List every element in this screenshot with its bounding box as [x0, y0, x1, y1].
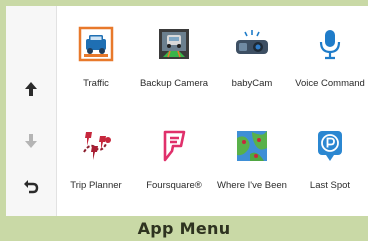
- app-grid: Traffic Backup Camera babyCam Voice Comm…: [57, 6, 368, 216]
- app-tile-where-ive-been[interactable]: Where I've Been: [213, 108, 291, 200]
- scroll-up-button[interactable]: [6, 69, 56, 109]
- back-button[interactable]: [6, 166, 56, 206]
- app-label: Where I've Been: [217, 180, 287, 191]
- app-tile-foursquare[interactable]: Foursquare®: [135, 108, 213, 200]
- trip-planner-icon: [76, 126, 116, 166]
- app-tile-last-spot[interactable]: Last Spot: [291, 108, 368, 200]
- foursquare-icon: [154, 126, 194, 166]
- where-ive-been-icon: [232, 126, 272, 166]
- app-label: Voice Command: [295, 78, 365, 89]
- app-tile-voice-command[interactable]: Voice Command: [291, 6, 368, 98]
- navigation-column: [6, 6, 57, 216]
- app-tile-traffic[interactable]: Traffic: [57, 6, 135, 98]
- app-menu-screen: Traffic Backup Camera babyCam Voice Comm…: [0, 0, 368, 241]
- back-arrow-icon: [24, 180, 39, 194]
- app-label: Last Spot: [309, 180, 351, 191]
- scroll-down-button[interactable]: [6, 121, 56, 161]
- arrow-up-icon: [25, 82, 37, 96]
- app-label: Trip Planner: [70, 180, 122, 191]
- app-tile-babycam[interactable]: babyCam: [213, 6, 291, 98]
- last-spot-icon: [310, 126, 350, 166]
- app-label: Traffic: [83, 78, 109, 89]
- arrow-down-icon: [25, 134, 37, 148]
- caption-bar: App Menu: [0, 216, 368, 241]
- caption-text: App Menu: [137, 219, 231, 238]
- app-tile-backup-camera[interactable]: Backup Camera: [135, 6, 213, 98]
- traffic-icon: [76, 24, 116, 64]
- backup-camera-icon: [154, 24, 194, 64]
- microphone-icon: [310, 24, 350, 64]
- app-label: babyCam: [231, 78, 273, 89]
- app-label: Backup Camera: [139, 78, 209, 89]
- app-label: Foursquare®: [146, 180, 202, 191]
- babycam-icon: [232, 24, 272, 64]
- app-tile-trip-planner[interactable]: Trip Planner: [57, 108, 135, 200]
